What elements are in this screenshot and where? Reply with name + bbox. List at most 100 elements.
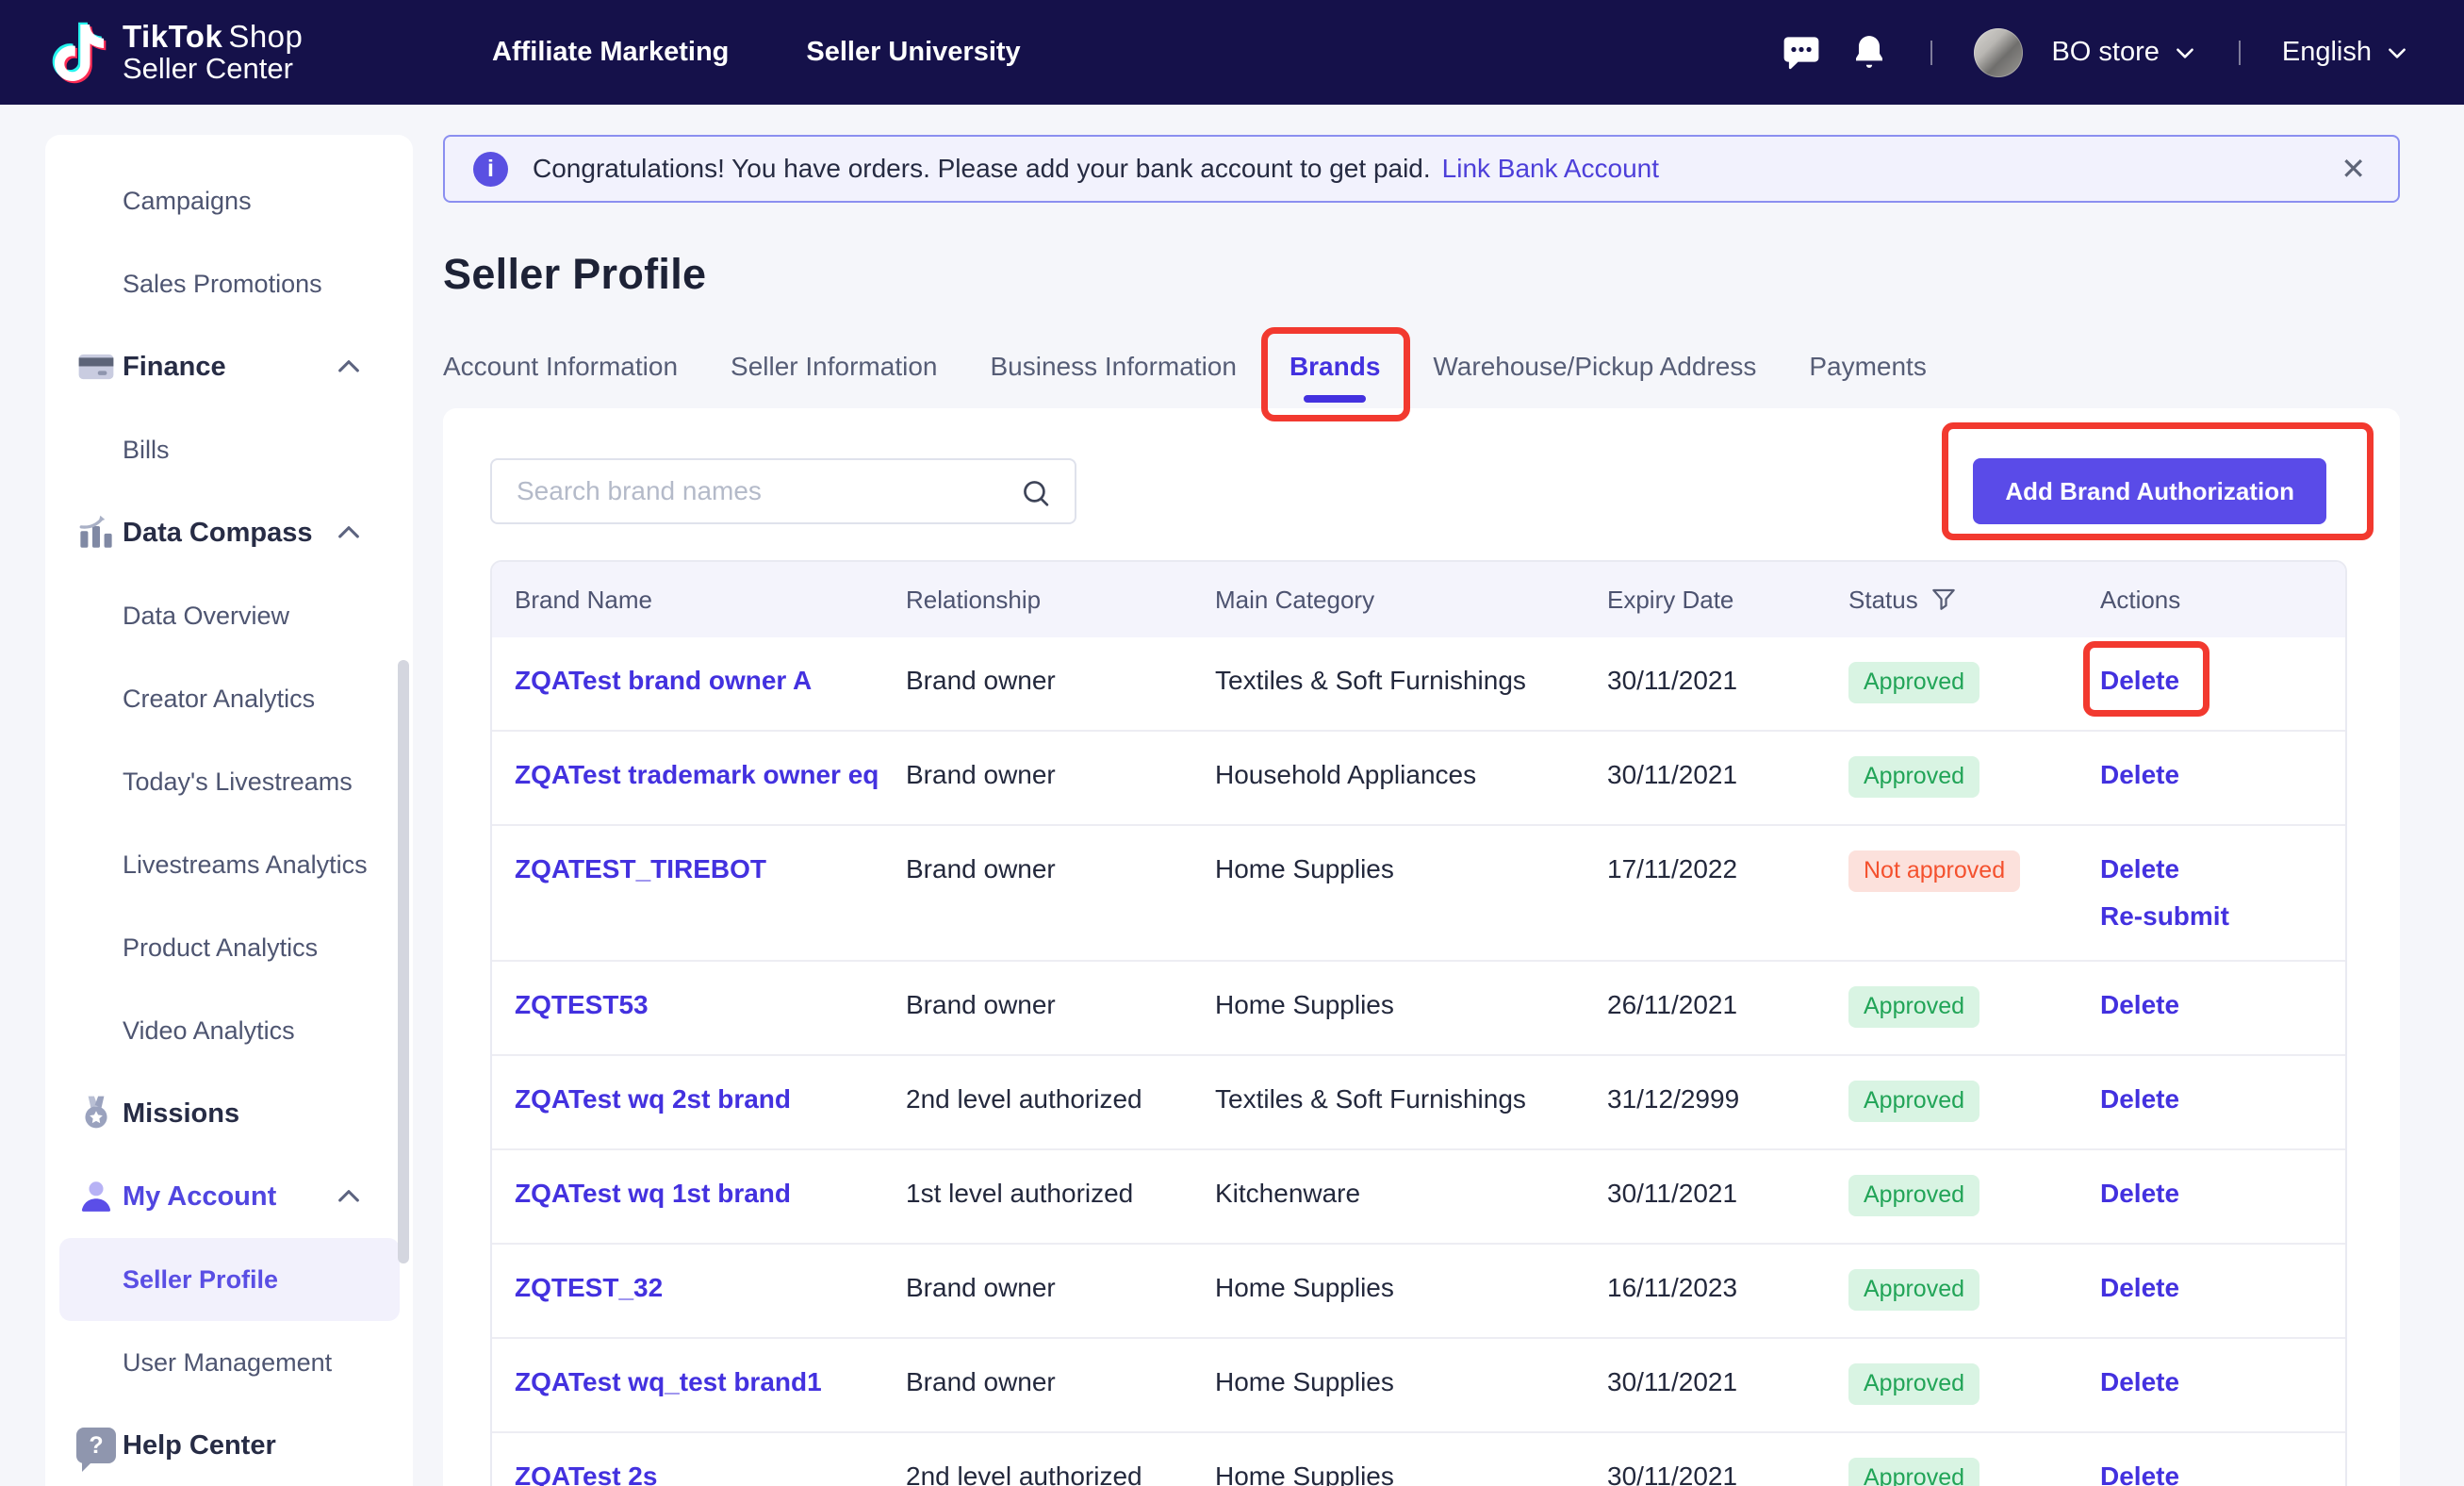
active-tab-underline xyxy=(1304,395,1366,403)
sidebar-item-video-analytics[interactable]: Video Analytics xyxy=(45,989,413,1072)
sidebar-item-bills[interactable]: Bills xyxy=(45,408,413,491)
table-row: ZQATest wq 1st brand1st level authorized… xyxy=(492,1148,2345,1243)
cell-main-category: Home Supplies xyxy=(1215,1460,1607,1486)
cell-relationship: 2nd level authorized xyxy=(906,1460,1215,1486)
cell-relationship: Brand owner xyxy=(906,1365,1215,1399)
chevron-down-icon xyxy=(2385,41,2409,65)
sidebar-item-livestreams-analytics[interactable]: Livestreams Analytics xyxy=(45,823,413,906)
delete-link[interactable]: Delete xyxy=(2100,1460,2179,1486)
tab-seller-information[interactable]: Seller Information xyxy=(731,352,937,406)
cell-relationship: Brand owner xyxy=(906,758,1215,792)
close-icon[interactable]: ✕ xyxy=(2341,154,2366,184)
status-badge: Not approved xyxy=(1848,850,2020,892)
delete-link[interactable]: Delete xyxy=(2100,758,2179,792)
sidebar-item-label: Missions xyxy=(123,1098,239,1130)
sidebar-item-product-analytics[interactable]: Product Analytics xyxy=(45,906,413,989)
cell-status: Approved xyxy=(1848,758,2100,798)
brand-name-link[interactable]: ZQATest trademark owner eq xyxy=(515,758,879,792)
tiktok-shop-logo[interactable]: TikTokShop Seller Center xyxy=(51,21,303,85)
sidebar-item-campaigns[interactable]: Campaigns xyxy=(45,159,413,242)
divider xyxy=(1930,41,1932,65)
page-title: Seller Profile xyxy=(443,250,2400,299)
search-input[interactable] xyxy=(492,460,1075,522)
sidebar-item-finance[interactable]: Finance xyxy=(45,325,413,408)
delete-link[interactable]: Delete xyxy=(2100,664,2179,698)
brand-name-link[interactable]: ZQATest wq 2st brand xyxy=(515,1082,791,1116)
tab-account-information[interactable]: Account Information xyxy=(443,352,678,406)
column-header-label: Expiry Date xyxy=(1607,586,1733,615)
sidebar-item-today-s-livestreams[interactable]: Today's Livestreams xyxy=(45,740,413,823)
nav-affiliate-marketing[interactable]: Affiliate Marketing xyxy=(492,37,729,68)
bell-icon[interactable] xyxy=(1849,33,1889,73)
store-name: BO store xyxy=(2051,37,2159,68)
column-header-status: Status xyxy=(1848,586,2100,615)
sidebar-item-missions[interactable]: Missions xyxy=(45,1072,413,1155)
profile-tabs: Account Information Seller Information Bus… xyxy=(443,352,2400,406)
cell-expiry-date: 30/11/2021 xyxy=(1607,1177,1848,1211)
delete-link[interactable]: Delete xyxy=(2100,1365,2179,1399)
search-icon[interactable] xyxy=(1018,475,1054,511)
brand-name-link[interactable]: ZQATest brand owner A xyxy=(515,664,812,698)
sidebar-item-my-account[interactable]: My Account xyxy=(45,1155,413,1238)
cell-expiry-date: 17/11/2022 xyxy=(1607,852,1848,886)
brand-name-link[interactable]: ZQATEST_TIREBOT xyxy=(515,852,766,886)
language-selector[interactable]: English xyxy=(2282,37,2409,68)
sidebar-item-label: Sales Promotions xyxy=(123,270,322,299)
language-label: English xyxy=(2282,37,2372,68)
sidebar-item-creator-analytics[interactable]: Creator Analytics xyxy=(45,657,413,740)
sidebar: CampaignsSales PromotionsFinanceBillsDat… xyxy=(45,135,413,1486)
sidebar-item-label: Help Center xyxy=(123,1430,276,1461)
cell-main-category: Home Supplies xyxy=(1215,852,1607,886)
filter-icon[interactable] xyxy=(1930,586,1958,614)
cell-relationship: Brand owner xyxy=(906,1271,1215,1305)
column-header-actions: Actions xyxy=(2100,586,2323,615)
add-brand-authorization-wrapper: Add Brand Authorization xyxy=(1973,458,2326,524)
medal-icon xyxy=(76,1094,116,1133)
delete-link[interactable]: Delete xyxy=(2100,1177,2179,1211)
cell-main-category: Household Appliances xyxy=(1215,758,1607,792)
cell-actions: Delete xyxy=(2100,1082,2323,1116)
brand-name-link[interactable]: ZQATest 2s wq_trademark_brand xyxy=(515,1460,879,1486)
tab-warehouse-pickup-address[interactable]: Warehouse/Pickup Address xyxy=(1433,352,1756,406)
sidebar-item-data-overview[interactable]: Data Overview xyxy=(45,574,413,657)
cell-expiry-date: 31/12/2999 xyxy=(1607,1082,1848,1116)
link-bank-account-link[interactable]: Link Bank Account xyxy=(1442,154,1659,184)
re-submit-link[interactable]: Re-submit xyxy=(2100,900,2229,933)
brand-name-link[interactable]: ZQATest wq 1st brand xyxy=(515,1177,791,1211)
nav-seller-university[interactable]: Seller University xyxy=(806,37,1020,68)
sidebar-item-user-management[interactable]: User Management xyxy=(45,1321,413,1404)
brands-panel: Add Brand Authorization Brand NameRelati… xyxy=(443,408,2400,1486)
sidebar-item-help-center[interactable]: ?Help Center xyxy=(45,1404,413,1486)
delete-link[interactable]: Delete xyxy=(2100,1271,2179,1305)
chat-icon[interactable] xyxy=(1782,33,1821,73)
cell-expiry-date: 26/11/2021 xyxy=(1607,988,1848,1022)
sidebar-item-seller-profile[interactable]: Seller Profile xyxy=(59,1238,400,1321)
tab-business-information[interactable]: Business Information xyxy=(990,352,1236,406)
brand-name-link[interactable]: ZQTEST53 xyxy=(515,988,649,1022)
sidebar-item-sales-promotions[interactable]: Sales Promotions xyxy=(45,242,413,325)
sidebar-item-label: Product Analytics xyxy=(123,933,318,963)
sidebar-scrollbar[interactable] xyxy=(398,660,409,1263)
delete-link[interactable]: Delete xyxy=(2100,852,2179,886)
brand-name-link[interactable]: ZQTEST_32 xyxy=(515,1271,663,1305)
store-avatar[interactable] xyxy=(1974,28,2023,77)
column-header-label: Relationship xyxy=(906,586,1041,615)
cell-expiry-date: 16/11/2023 xyxy=(1607,1271,1848,1305)
brand-name-link[interactable]: ZQATest wq_test brand1 xyxy=(515,1365,822,1399)
store-selector[interactable]: BO store xyxy=(2051,37,2196,68)
table-header: Brand NameRelationshipMain CategoryExpir… xyxy=(492,562,2345,637)
delete-link[interactable]: Delete xyxy=(2100,1082,2179,1116)
cell-status: Approved xyxy=(1848,1365,2100,1405)
tab-brands[interactable]: Brands xyxy=(1289,352,1380,406)
tab-label: Account Information xyxy=(443,352,678,381)
cell-actions: Delete xyxy=(2100,1177,2323,1211)
delete-link[interactable]: Delete xyxy=(2100,988,2179,1022)
sidebar-item-data-compass[interactable]: Data Compass xyxy=(45,491,413,574)
info-icon: i xyxy=(473,152,508,187)
add-brand-authorization-button[interactable]: Add Brand Authorization xyxy=(1973,458,2326,524)
bar-chart-icon xyxy=(76,513,116,553)
logo-seller-center: Seller Center xyxy=(123,54,303,85)
top-navbar: TikTokShop Seller Center Affiliate Marke… xyxy=(0,0,2464,105)
tab-label: Brands xyxy=(1289,352,1380,381)
tab-payments[interactable]: Payments xyxy=(1809,352,1927,406)
